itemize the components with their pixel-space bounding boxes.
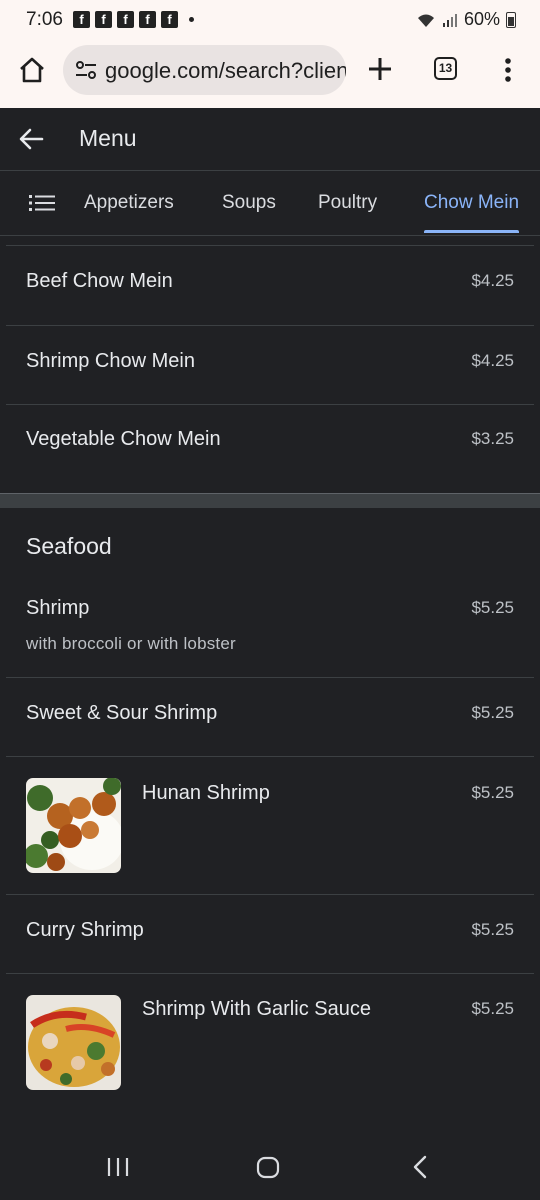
item-price: $3.25 xyxy=(471,429,514,448)
facebook-icon: f xyxy=(139,11,156,28)
facebook-icon: f xyxy=(95,11,112,28)
tab-chow-mein[interactable]: Chow Mein xyxy=(424,192,520,233)
recent-apps-icon[interactable] xyxy=(106,1154,130,1180)
battery-percent: 60% xyxy=(463,9,500,29)
item-name: Shrimp xyxy=(26,597,90,619)
back-nav-icon[interactable] xyxy=(408,1154,432,1180)
menu-header: Menu xyxy=(0,108,540,171)
category-tabs: Appetizers Soups Poultry Chow Mein xyxy=(0,171,540,236)
item-price: $5.25 xyxy=(471,999,514,1018)
facebook-icon: f xyxy=(117,11,134,28)
facebook-icon: f xyxy=(161,11,178,28)
menu-item[interactable]: Curry Shrimp $5.25 xyxy=(0,895,540,974)
item-name: Hunan Shrimp xyxy=(142,782,270,804)
more-options-icon[interactable] xyxy=(498,55,518,85)
menu-item[interactable]: Beef Chow Mein $4.25 xyxy=(0,246,540,325)
status-right: 60% xyxy=(416,9,516,30)
new-tab-icon[interactable] xyxy=(366,55,394,83)
notification-icons: f f f f f xyxy=(73,11,194,28)
item-name: Curry Shrimp xyxy=(26,919,144,941)
item-price: $4.25 xyxy=(471,351,514,370)
page-title: Menu xyxy=(79,125,137,151)
tab-poultry[interactable]: Poultry xyxy=(318,192,377,214)
section-separator xyxy=(0,493,540,508)
tab-soups[interactable]: Soups xyxy=(222,192,276,214)
tab-switcher-button[interactable]: 13 xyxy=(434,57,457,80)
item-price: $4.25 xyxy=(471,271,514,290)
menu-item[interactable]: Hunan Shrimp $5.25 xyxy=(0,757,540,894)
item-price: $5.25 xyxy=(471,703,514,722)
active-tab-indicator xyxy=(424,230,520,233)
item-name: Vegetable Chow Mein xyxy=(26,428,221,450)
item-description: with broccoli or with lobster xyxy=(26,634,236,653)
hunan-shrimp-image[interactable] xyxy=(26,778,121,873)
facebook-icon: f xyxy=(73,11,90,28)
shrimp-garlic-sauce-image[interactable] xyxy=(26,995,121,1090)
menu-item[interactable]: Shrimp Chow Mein $4.25 xyxy=(0,326,540,405)
battery-icon xyxy=(506,11,516,28)
back-arrow-icon[interactable] xyxy=(18,126,44,152)
site-settings-icon[interactable] xyxy=(75,60,97,80)
home-nav-icon[interactable] xyxy=(256,1154,280,1180)
item-price: $5.25 xyxy=(471,598,514,617)
status-bar: 7:06 f f f f f 60% xyxy=(0,0,540,40)
menu-item[interactable]: Sweet & Sour Shrimp $5.25 xyxy=(0,678,540,757)
menu-item[interactable]: Vegetable Chow Mein $3.25 xyxy=(0,405,540,493)
wifi-icon xyxy=(417,14,434,27)
status-time: 7:06 xyxy=(26,9,63,30)
menu-list: Beef Chow Mein $4.25 Shrimp Chow Mein $4… xyxy=(0,236,540,1134)
home-icon[interactable] xyxy=(18,56,46,84)
browser-toolbar: google.com/search?client 13 xyxy=(0,40,540,109)
item-name: Sweet & Sour Shrimp xyxy=(26,702,218,724)
url-text[interactable]: google.com/search?client xyxy=(105,58,346,84)
item-price: $5.25 xyxy=(471,783,514,802)
system-nav-bar xyxy=(0,1134,540,1200)
signal-icon xyxy=(442,13,457,27)
tab-chow-mein-label: Chow Mein xyxy=(424,192,520,213)
address-bar[interactable]: google.com/search?client xyxy=(63,45,346,95)
menu-item[interactable]: Shrimp with broccoli or with lobster $5.… xyxy=(0,584,540,677)
section-title-seafood: Seafood xyxy=(26,533,112,559)
item-name: Shrimp With Garlic Sauce xyxy=(142,998,371,1020)
item-price: $5.25 xyxy=(471,920,514,939)
item-name: Beef Chow Mein xyxy=(26,270,173,292)
tab-appetizers[interactable]: Appetizers xyxy=(84,192,174,214)
more-notifications-dot-icon xyxy=(189,17,194,22)
category-list-icon[interactable] xyxy=(29,193,55,213)
item-name: Shrimp Chow Mein xyxy=(26,350,195,372)
menu-item[interactable]: Shrimp With Garlic Sauce $5.25 xyxy=(0,974,540,1111)
